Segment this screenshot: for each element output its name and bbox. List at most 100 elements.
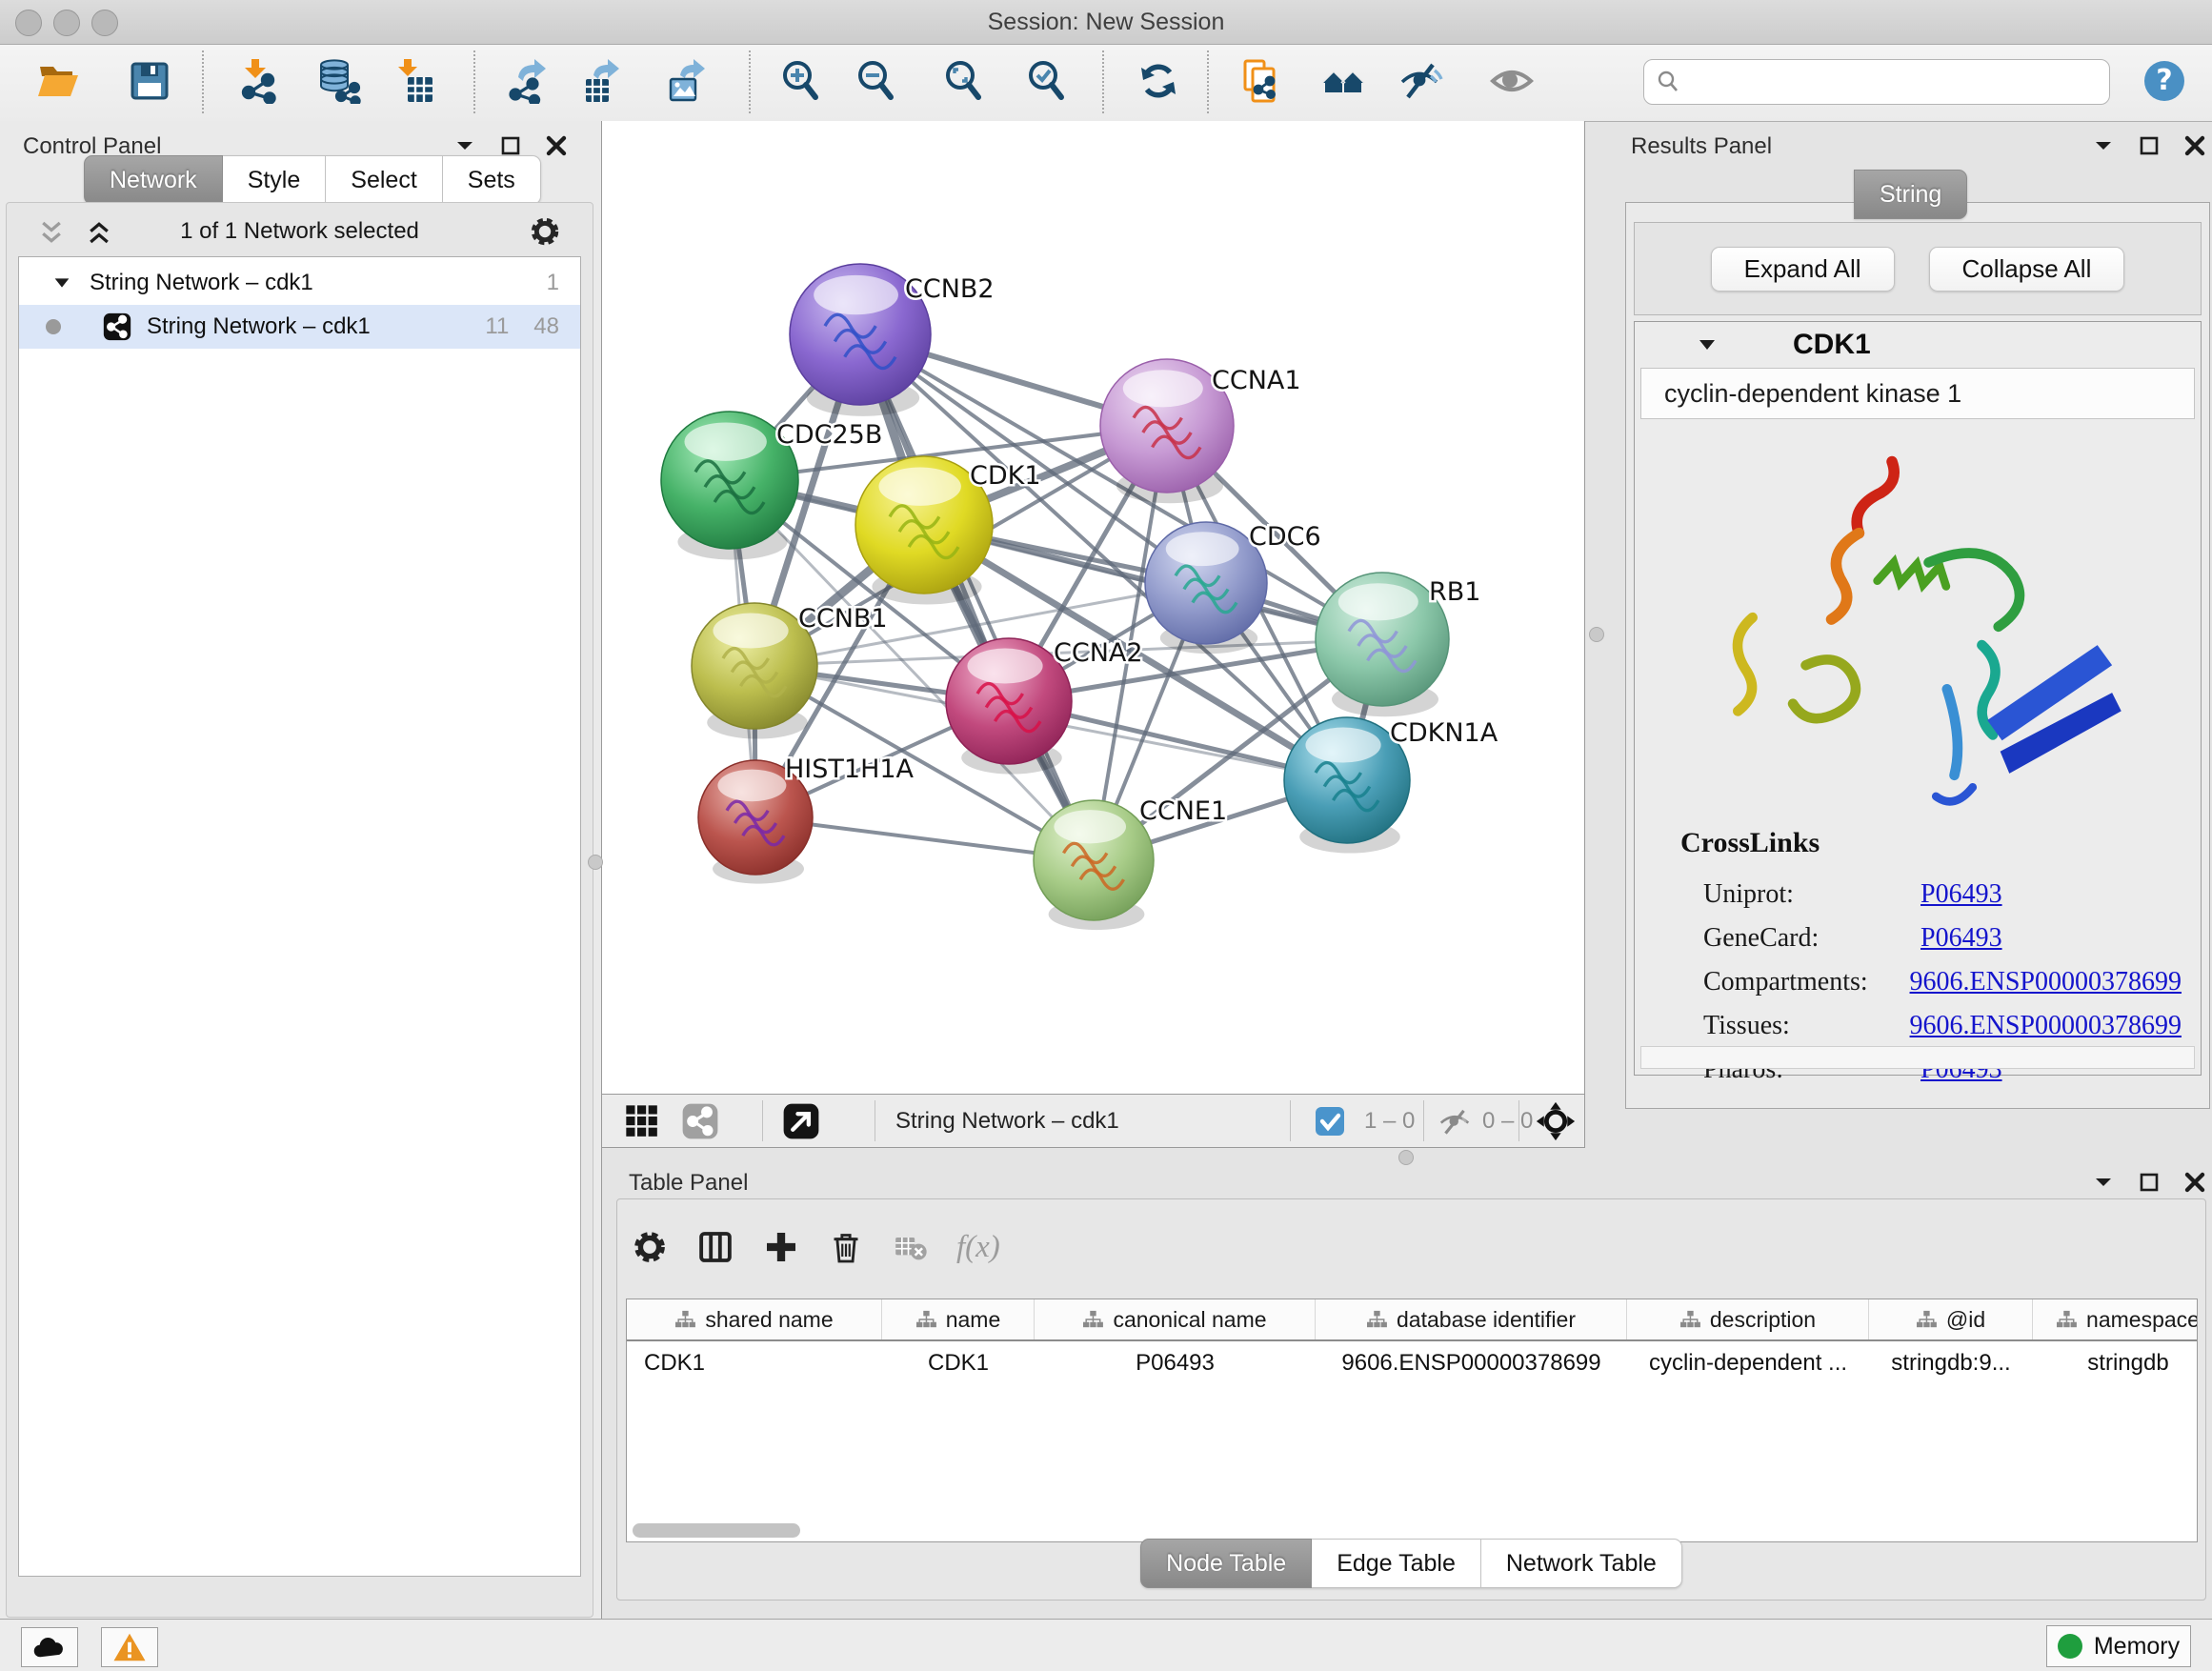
- refresh-icon[interactable]: [1136, 58, 1181, 104]
- crosslink-link[interactable]: 9606.ENSP00000378699: [1910, 1011, 2182, 1041]
- open-in-window-icon[interactable]: [781, 1095, 821, 1147]
- column-header-shared-name[interactable]: shared name: [627, 1299, 882, 1339]
- right-splitter-handle[interactable]: [1589, 627, 1604, 642]
- network-node-CCNA1[interactable]: CCNA1: [1100, 359, 1301, 503]
- column-header-database-identifier[interactable]: database identifier: [1316, 1299, 1627, 1339]
- footer-network-name: String Network – cdk1: [895, 1095, 1119, 1147]
- search-input[interactable]: [1680, 64, 2109, 100]
- zoom-in-icon[interactable]: [778, 58, 824, 104]
- panel-maximize-icon[interactable]: [499, 134, 522, 157]
- delete-column-icon[interactable]: [827, 1228, 865, 1266]
- table-cell[interactable]: CDK1: [882, 1341, 1035, 1385]
- tab-node-table[interactable]: Node Table: [1140, 1539, 1312, 1588]
- collapse-triangle-icon[interactable]: [51, 272, 72, 293]
- table-panel-body: f(x) shared namenamecanonical namedataba…: [616, 1198, 2206, 1601]
- import-network-icon[interactable]: [234, 58, 280, 104]
- panel-close-icon[interactable]: [2183, 1171, 2206, 1194]
- collapse-all-button[interactable]: Collapse All: [1929, 247, 2125, 292]
- network-options-gear-icon[interactable]: [528, 214, 562, 249]
- table-cell[interactable]: P06493: [1035, 1341, 1316, 1385]
- crosslink-link[interactable]: 9606.ENSP00000378699: [1910, 967, 2182, 997]
- collection-label: String Network – cdk1: [90, 270, 313, 296]
- left-splitter-handle[interactable]: [588, 855, 603, 870]
- import-table-icon[interactable]: [392, 58, 438, 104]
- open-session-icon[interactable]: [35, 58, 81, 104]
- network-row[interactable]: String Network – cdk1 11 48: [19, 305, 580, 349]
- memory-button[interactable]: Memory: [2046, 1625, 2191, 1667]
- show-eye-icon[interactable]: [1489, 58, 1535, 104]
- tab-string[interactable]: String: [1854, 170, 1967, 219]
- table-row[interactable]: CDK1CDK1P064939606.ENSP00000378699cyclin…: [627, 1341, 2197, 1385]
- export-network-icon[interactable]: [507, 58, 553, 104]
- column-header-namespace[interactable]: namespace: [2033, 1299, 2198, 1339]
- crosslink-link[interactable]: P06493: [1920, 879, 2002, 910]
- pan-move-icon[interactable]: [1536, 1095, 1576, 1147]
- footer-separator: [1290, 1100, 1291, 1141]
- expand-all-button[interactable]: Expand All: [1711, 247, 1895, 292]
- hidden-eye-icon[interactable]: [1437, 1095, 1473, 1147]
- network-node-CCNE1[interactable]: CCNE1: [1034, 796, 1227, 930]
- table-cell[interactable]: stringdb:9...: [1869, 1341, 2033, 1385]
- tab-select[interactable]: Select: [326, 155, 442, 205]
- tab-sets[interactable]: Sets: [443, 155, 541, 205]
- tab-edge-table[interactable]: Edge Table: [1312, 1539, 1481, 1588]
- entry-scrollbar[interactable]: [1640, 1046, 2195, 1069]
- column-header-description[interactable]: description: [1627, 1299, 1869, 1339]
- table-horizontal-scrollbar[interactable]: [633, 1523, 800, 1538]
- column-header-canonical-name[interactable]: canonical name: [1035, 1299, 1316, 1339]
- column-header-name[interactable]: name: [882, 1299, 1035, 1339]
- column-label: namespace: [2086, 1307, 2198, 1333]
- create-column-icon[interactable]: [762, 1228, 800, 1266]
- network-canvas[interactable]: CCNB2CCNA1CDC25BCDK1CDC6RB1CCNB1CCNA2CDK…: [602, 121, 1585, 1094]
- string-network-graph[interactable]: CCNB2CCNA1CDC25BCDK1CDC6RB1CCNB1CCNA2CDK…: [602, 121, 1584, 1094]
- cdk1-entry-header[interactable]: CDK1: [1635, 322, 2201, 368]
- table-cell[interactable]: cyclin-dependent ...: [1627, 1341, 1869, 1385]
- protein-structure-image: [1635, 425, 2201, 819]
- copy-network-icon[interactable]: [1237, 58, 1283, 104]
- crosslink-link[interactable]: P06493: [1920, 923, 2002, 954]
- tab-network[interactable]: Network: [84, 155, 223, 205]
- column-header-id[interactable]: @id: [1869, 1299, 2033, 1339]
- tab-style[interactable]: Style: [223, 155, 327, 205]
- panel-maximize-icon[interactable]: [2138, 134, 2161, 157]
- node-label-CDK1: CDK1: [970, 461, 1041, 491]
- table-cell[interactable]: CDK1: [627, 1341, 882, 1385]
- search-field: [1643, 59, 2110, 105]
- cloud-button[interactable]: [21, 1627, 78, 1667]
- panel-float-icon[interactable]: [2092, 1171, 2115, 1194]
- network-node-RB1[interactable]: RB1: [1316, 573, 1480, 716]
- home-networks-icon[interactable]: [1320, 58, 1366, 104]
- network-node-CCNB1[interactable]: CCNB1: [692, 603, 888, 739]
- save-session-icon[interactable]: [127, 58, 172, 104]
- network-share-toggle-icon[interactable]: [680, 1095, 720, 1147]
- table-panel-tabs: Node TableEdge TableNetwork Table: [1140, 1539, 1682, 1588]
- birds-eye-grid-icon[interactable]: [623, 1095, 661, 1147]
- import-database-icon[interactable]: [315, 58, 361, 104]
- tab-network-table[interactable]: Network Table: [1481, 1539, 1682, 1588]
- selected-checkbox[interactable]: [1315, 1095, 1345, 1147]
- network-node-CDKN1A[interactable]: CDKN1A: [1284, 717, 1498, 854]
- crosslink-label: Tissues:: [1703, 1011, 1910, 1041]
- hide-eye-icon[interactable]: [1398, 58, 1444, 104]
- zoom-out-icon[interactable]: [854, 58, 899, 104]
- panel-float-icon[interactable]: [2092, 134, 2115, 157]
- panel-float-icon[interactable]: [453, 134, 476, 157]
- panel-maximize-icon[interactable]: [2138, 1171, 2161, 1194]
- network-collection-row[interactable]: String Network – cdk1 1: [19, 261, 580, 305]
- entry-collapse-triangle-icon[interactable]: [1696, 333, 1719, 356]
- panel-close-icon[interactable]: [2183, 134, 2206, 157]
- export-image-icon[interactable]: [665, 58, 711, 104]
- table-cell[interactable]: 9606.ENSP00000378699: [1316, 1341, 1627, 1385]
- show-columns-icon[interactable]: [695, 1227, 735, 1267]
- panel-close-icon[interactable]: [545, 134, 568, 157]
- zoom-fit-icon[interactable]: [941, 58, 987, 104]
- warnings-button[interactable]: [101, 1627, 158, 1667]
- zoom-selected-icon[interactable]: [1024, 58, 1070, 104]
- table-settings-gear-icon[interactable]: [631, 1228, 669, 1266]
- export-table-icon[interactable]: [580, 58, 626, 104]
- bottom-splitter-handle[interactable]: [1398, 1150, 1414, 1165]
- table-cell[interactable]: stringdb: [2033, 1341, 2198, 1385]
- network-node-CDC25B[interactable]: CDC25B: [661, 412, 882, 560]
- network-node-HIST1H1A[interactable]: HIST1H1A: [698, 755, 915, 884]
- help-icon[interactable]: ?: [2142, 58, 2187, 104]
